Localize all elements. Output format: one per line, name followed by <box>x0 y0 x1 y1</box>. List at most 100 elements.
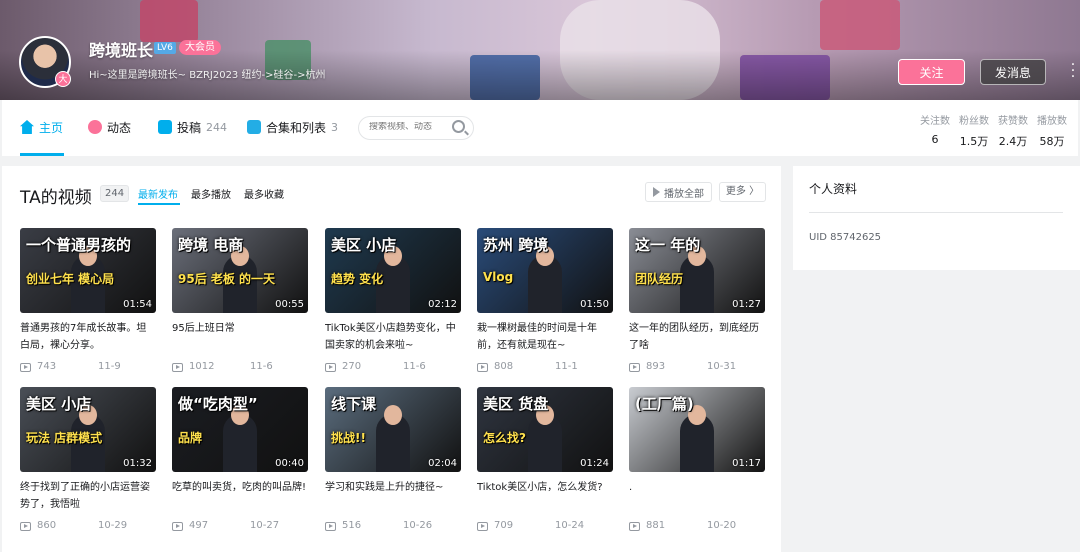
tab-home[interactable]: 主页 <box>20 119 63 135</box>
profile-banner: 大 跨境班长 LV6 大会员 Hi~这里是跨境班长~ BZRJ2023 纽约->… <box>0 0 1080 100</box>
tab-collections[interactable]: 合集和列表 3 <box>247 119 338 135</box>
video-thumbnail[interactable]: 美区 小店 趋势 变化 02:12 <box>325 228 461 313</box>
dynamic-icon <box>88 120 102 134</box>
video-title[interactable]: . <box>629 479 765 513</box>
play-count: 709 <box>494 520 514 531</box>
username[interactable]: 跨境班长 <box>89 37 153 61</box>
profile-nav: 主页 动态 投稿 244 合集和列表 3 关注数 6 粉丝数 1.5万 获赞数 … <box>2 100 1078 156</box>
video-card[interactable]: 做“吃肉型” 品牌 00:40 吃草的叫卖货，吃肉的叫品牌! 497 10-27 <box>172 387 308 534</box>
video-title[interactable]: 吃草的叫卖货，吃肉的叫品牌! <box>172 479 308 513</box>
sort-most-favorited[interactable]: 最多收藏 <box>244 186 284 201</box>
thumbnail-caption: 美区 货盘 <box>483 395 549 413</box>
video-meta: 743 11-9 <box>20 361 156 375</box>
sort-most-played[interactable]: 最多播放 <box>191 186 231 201</box>
video-title[interactable]: 学习和实践是上升的捷径~ <box>325 479 461 513</box>
stat-value: 2.4万 <box>998 135 1028 148</box>
video-card[interactable]: 美区 小店 玩法 店群模式 01:32 终于找到了正确的小店运营姿势了，我悟啦 860 1… <box>20 387 156 534</box>
video-title[interactable]: 栽一棵树最佳的时间是十年前，还有就是现在~ <box>477 320 613 354</box>
tab-label: 合集和列表 <box>266 120 327 135</box>
play-count-icon <box>629 522 640 531</box>
play-all-button[interactable]: 播放全部 <box>645 182 712 202</box>
publish-date: 11-9 <box>98 361 121 372</box>
video-title[interactable]: 终于找到了正确的小店运营姿势了，我悟啦 <box>20 479 156 513</box>
thumbnail-caption-secondary: 怎么找? <box>483 431 526 445</box>
gift-box-decoration <box>820 0 900 50</box>
video-title[interactable]: 95后上班日常 <box>172 320 308 354</box>
level-badge: LV6 <box>154 42 176 54</box>
play-count-icon <box>20 522 31 531</box>
duration-label: 01:24 <box>580 458 609 469</box>
video-thumbnail[interactable]: 跨境 电商 95后 老板 的一天 00:55 <box>172 228 308 313</box>
uid-text: UID 85742625 <box>809 232 882 243</box>
video-thumbnail[interactable]: (工厂篇) 01:17 <box>629 387 765 472</box>
play-count: 881 <box>646 520 666 531</box>
divider <box>809 212 1063 213</box>
search-input[interactable] <box>369 122 449 132</box>
duration-label: 01:50 <box>580 299 609 310</box>
video-thumbnail[interactable]: 线下课 挑战!! 02:04 <box>325 387 461 472</box>
thumbnail-caption: 做“吃肉型” <box>178 395 258 413</box>
stat-label: 粉丝数 <box>959 116 989 127</box>
video-thumbnail[interactable]: 这一 年的 团队经历 01:27 <box>629 228 765 313</box>
video-card[interactable]: (工厂篇) 01:17. 881 10-20 <box>629 387 765 534</box>
thumbnail-caption: 美区 小店 <box>331 236 397 254</box>
sort-latest[interactable]: 最新发布 <box>138 186 178 201</box>
play-count: 893 <box>646 361 666 372</box>
thumbnail-caption: 苏州 跨境 <box>483 236 549 254</box>
video-meta: 1012 11-6 <box>172 361 308 375</box>
video-thumbnail[interactable]: 美区 货盘怎么找? 01:24 <box>477 387 613 472</box>
stat-fans[interactable]: 粉丝数 1.5万 <box>954 112 994 149</box>
space-search[interactable] <box>358 116 474 140</box>
duration-label: 00:40 <box>275 458 304 469</box>
publish-date: 11-6 <box>403 361 426 372</box>
play-icon <box>653 187 660 197</box>
video-card[interactable]: 苏州 跨境 Vlog 01:50 栽一棵树最佳的时间是十年前，还有就是现在~ 808 11… <box>477 228 613 375</box>
publish-date: 10-24 <box>555 520 585 531</box>
play-count: 497 <box>189 520 209 531</box>
video-card[interactable]: 一个普通男孩的 创业七年 模心局 01:54 普通男孩的7年成长故事。坦白局，裸心分享… <box>20 228 156 375</box>
video-meta: 270 11-6 <box>325 361 461 375</box>
tab-upload[interactable]: 投稿 244 <box>158 119 227 135</box>
vip-label: 大会员 <box>179 40 221 55</box>
video-card[interactable]: 跨境 电商 95后 老板 的一天 00:55 95后上班日常 1012 11-6 <box>172 228 308 375</box>
publish-date: 10-29 <box>98 520 128 531</box>
profile-info-panel: 个人资料 UID 85742625 <box>793 166 1080 270</box>
duration-label: 01:54 <box>123 299 152 310</box>
stat-label: 关注数 <box>920 116 950 127</box>
video-title[interactable]: 这一年的团队经历，到底经历了啥 <box>629 320 765 354</box>
play-count: 860 <box>37 520 57 531</box>
video-meta: 881 10-20 <box>629 520 765 534</box>
video-card[interactable]: 线下课 挑战!! 02:04 学习和实践是上升的捷径~ 516 10-26 <box>325 387 461 534</box>
video-thumbnail[interactable]: 苏州 跨境 Vlog 01:50 <box>477 228 613 313</box>
video-card[interactable]: 美区 货盘怎么找? 01:24 Tiktok美区小店，怎么发货? 709 10-24 <box>477 387 613 534</box>
video-card[interactable]: 这一 年的 团队经历 01:27 这一年的团队经历，到底经历了啥 893 10-31 <box>629 228 765 375</box>
video-thumbnail[interactable]: 做“吃肉型” 品牌 00:40 <box>172 387 308 472</box>
video-card[interactable]: 美区 小店 趋势 变化 02:12 TikTok美区小店趋势变化，中国卖家的机会来啦~… <box>325 228 461 375</box>
signature: Hi~这里是跨境班长~ BZRJ2023 纽约->硅谷->杭州 <box>89 70 326 81</box>
play-count-icon <box>325 522 336 531</box>
publish-date: 10-27 <box>250 520 280 531</box>
video-title[interactable]: 普通男孩的7年成长故事。坦白局，裸心分享。 <box>20 320 156 354</box>
play-count-icon <box>172 363 183 372</box>
search-icon[interactable] <box>452 120 465 133</box>
tab-dynamic[interactable]: 动态 <box>88 119 131 135</box>
message-button[interactable]: 发消息 <box>980 59 1046 85</box>
home-icon <box>20 120 34 134</box>
video-thumbnail[interactable]: 一个普通男孩的 创业七年 模心局 01:54 <box>20 228 156 313</box>
thumbnail-caption-secondary: 创业七年 模心局 <box>26 272 115 286</box>
play-count-icon <box>325 363 336 372</box>
follow-button[interactable]: 关注 <box>898 59 965 85</box>
publish-date: 11-1 <box>555 361 578 372</box>
tab-label: 动态 <box>107 120 132 135</box>
play-count: 808 <box>494 361 514 372</box>
more-options-icon[interactable]: · · · <box>1068 58 1078 84</box>
video-thumbnail[interactable]: 美区 小店 玩法 店群模式 01:32 <box>20 387 156 472</box>
play-count: 270 <box>342 361 362 372</box>
video-title[interactable]: Tiktok美区小店，怎么发货? <box>477 479 613 513</box>
more-button[interactable]: 更多 〉 <box>719 182 766 202</box>
stat-following[interactable]: 关注数 6 <box>915 112 955 146</box>
video-count-badge: 244 <box>100 185 130 202</box>
video-meta: 893 10-31 <box>629 361 765 375</box>
stat-plays: 播放数 58万 <box>1032 112 1072 149</box>
video-title[interactable]: TikTok美区小店趋势变化，中国卖家的机会来啦~ <box>325 320 461 354</box>
